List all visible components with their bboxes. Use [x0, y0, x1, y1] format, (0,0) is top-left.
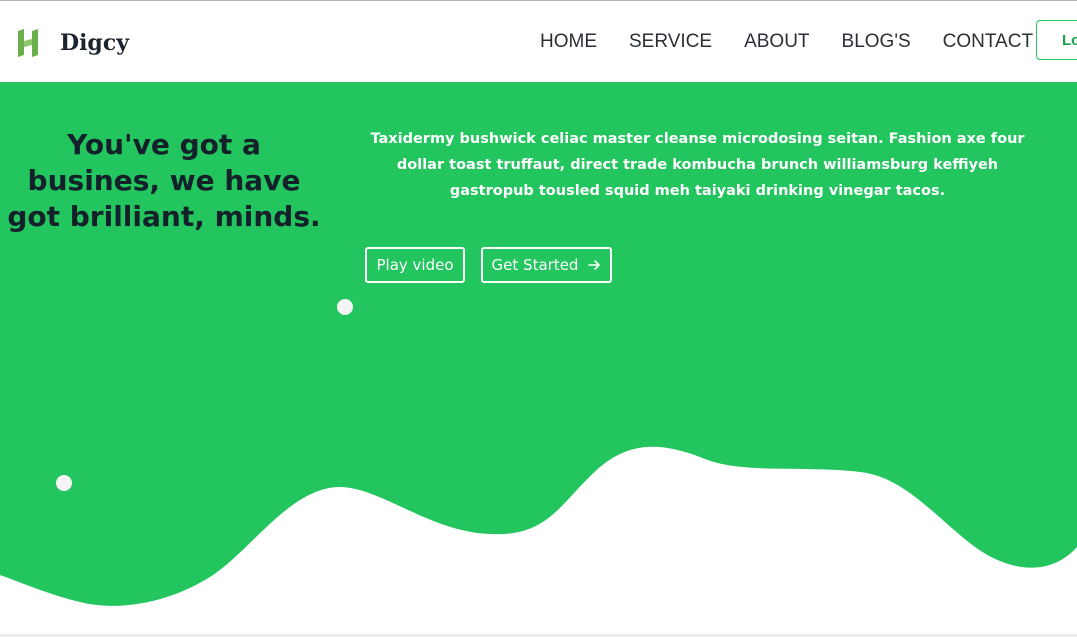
hero-description: Taxidermy bushwick celiac master cleanse…	[370, 131, 1025, 199]
play-video-button[interactable]: Play video	[365, 247, 465, 283]
arrow-right-icon	[588, 260, 601, 270]
nav-about[interactable]: ABOUT	[744, 31, 809, 53]
hero-section: You've got a busines, we have got brilli…	[0, 82, 1077, 637]
nav-service[interactable]: SERVICE	[629, 31, 712, 53]
hero-headline: You've got a busines, we have got brilli…	[7, 128, 321, 233]
nav-contact[interactable]: CONTACT	[943, 31, 1033, 53]
login-button[interactable]: Lo	[1036, 20, 1077, 60]
brand[interactable]: Digcy	[16, 27, 129, 59]
decorative-dot	[56, 475, 72, 491]
get-started-label: Get Started	[491, 256, 579, 274]
site-header: Digcy HOME SERVICE ABOUT BLOG'S CONTACT …	[0, 1, 1077, 82]
get-started-button[interactable]: Get Started	[481, 247, 612, 283]
decorative-dot	[337, 299, 353, 315]
landing-page: Digcy HOME SERVICE ABOUT BLOG'S CONTACT …	[0, 0, 1077, 637]
nav-home[interactable]: HOME	[540, 31, 597, 53]
brand-name: Digcy	[60, 30, 129, 56]
h-logo-icon	[18, 29, 38, 57]
play-video-label: Play video	[376, 256, 454, 274]
main-nav: HOME SERVICE ABOUT BLOG'S CONTACT	[540, 31, 1033, 53]
nav-blogs[interactable]: BLOG'S	[842, 31, 911, 53]
